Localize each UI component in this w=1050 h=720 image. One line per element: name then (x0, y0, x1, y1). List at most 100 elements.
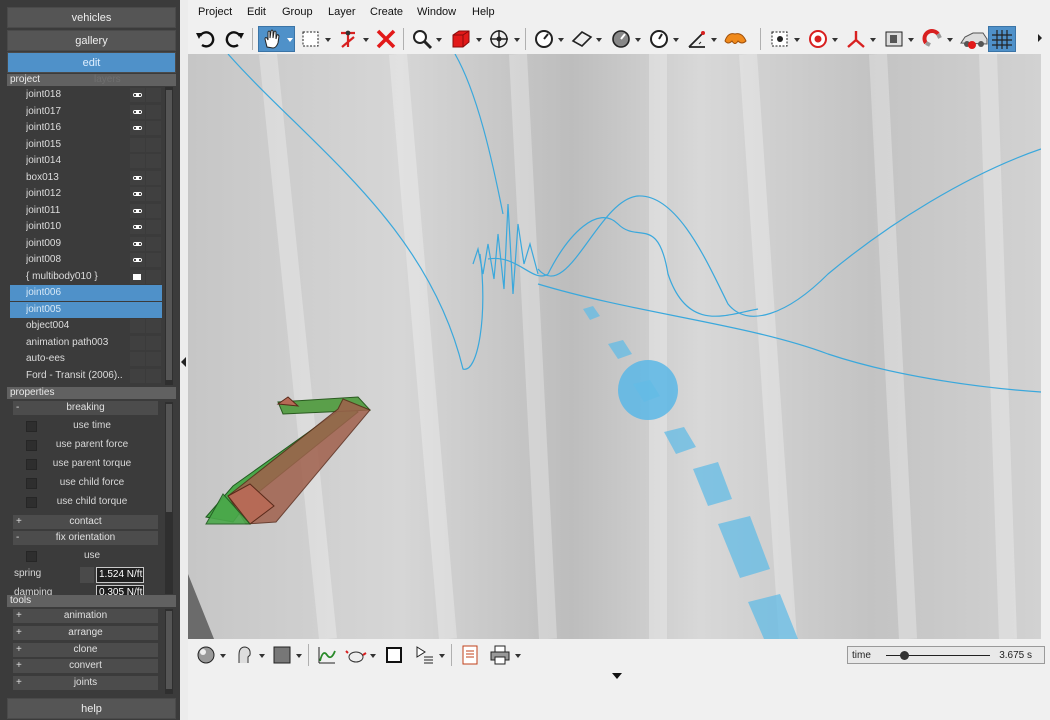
caret-down-icon[interactable] (612, 673, 622, 679)
tree-item[interactable]: joint014 (10, 153, 162, 169)
checkbox[interactable] (26, 478, 37, 489)
play-list-icon[interactable] (412, 643, 436, 667)
tools-scrollbar[interactable] (165, 609, 173, 694)
lock-toggle[interactable] (146, 352, 161, 366)
menu-help[interactable]: Help (472, 6, 495, 18)
time-slider-thumb[interactable] (899, 651, 909, 660)
properties-scroll-thumb[interactable] (166, 404, 172, 512)
checkbox[interactable] (26, 459, 37, 470)
group-breaking[interactable]: - breaking (13, 401, 158, 415)
menu-window[interactable]: Window (417, 6, 456, 18)
chevron-down-icon[interactable] (794, 38, 800, 42)
toolbar-overflow-icon[interactable] (1038, 34, 1042, 42)
visibility-toggle[interactable] (130, 335, 145, 350)
option-use-child-torque[interactable]: use child torque (10, 493, 158, 511)
lock-toggle[interactable] (146, 220, 161, 234)
chevron-down-icon[interactable] (673, 38, 679, 42)
clock-icon[interactable] (647, 27, 671, 51)
lock-toggle[interactable] (146, 368, 161, 383)
lock-toggle[interactable] (146, 253, 161, 267)
tab-project[interactable]: project (10, 74, 40, 85)
tree-item[interactable]: auto-ees (10, 351, 162, 367)
chevron-down-icon[interactable] (515, 654, 521, 658)
print-icon[interactable] (488, 643, 512, 667)
checkbox[interactable] (26, 551, 37, 562)
visibility-toggle[interactable] (130, 220, 145, 234)
lock-toggle[interactable] (146, 236, 161, 251)
tree-item[interactable]: joint012 (10, 186, 162, 202)
tool-group-joints[interactable]: + joints (13, 676, 158, 691)
target-icon[interactable] (806, 27, 830, 51)
menu-edit[interactable]: Edit (247, 6, 266, 18)
tree-item[interactable]: box013 (10, 170, 162, 186)
croissant-icon[interactable] (722, 27, 747, 51)
chevron-down-icon[interactable] (287, 38, 293, 42)
visibility-toggle[interactable] (130, 368, 145, 383)
cube-icon[interactable] (449, 27, 473, 51)
tree-item[interactable]: joint017 (10, 104, 162, 120)
chevron-down-icon[interactable] (908, 38, 914, 42)
chevron-down-icon[interactable] (259, 654, 265, 658)
group-contact[interactable]: + contact (13, 515, 158, 529)
tool-group-convert[interactable]: + convert (13, 659, 158, 674)
chevron-down-icon[interactable] (370, 654, 376, 658)
tool-group-arrange[interactable]: + arrange (13, 625, 158, 640)
tree-item[interactable]: joint008 (10, 252, 162, 268)
chevron-down-icon[interactable] (363, 38, 369, 42)
record-frame-icon[interactable] (768, 27, 792, 51)
tool-group-clone[interactable]: + clone (13, 642, 158, 657)
tree-item[interactable]: joint010 (10, 219, 162, 235)
lock-toggle[interactable] (146, 104, 161, 119)
tree-item[interactable]: object004 (10, 318, 162, 334)
chevron-down-icon[interactable] (220, 654, 226, 658)
visibility-toggle[interactable] (130, 269, 145, 284)
chevron-down-icon[interactable] (436, 38, 442, 42)
tree-item[interactable]: joint016 (10, 120, 162, 136)
chevron-down-icon[interactable] (514, 38, 520, 42)
option-use-child-force[interactable]: use child force (10, 474, 158, 492)
sphere-shading-icon[interactable] (194, 643, 218, 667)
visibility-toggle[interactable] (130, 137, 145, 152)
visibility-toggle[interactable] (130, 170, 145, 185)
measure-icon[interactable] (685, 27, 709, 51)
time-slider[interactable] (886, 651, 990, 660)
properties-scrollbar[interactable] (165, 402, 173, 594)
gallery-button[interactable]: gallery (7, 30, 176, 51)
tree-item[interactable]: animation path003 (10, 335, 162, 351)
chevron-down-icon[interactable] (947, 38, 953, 42)
head-icon[interactable] (232, 643, 256, 667)
chevron-down-icon[interactable] (711, 38, 717, 42)
lock-toggle[interactable] (146, 302, 161, 317)
lock-toggle[interactable] (146, 203, 161, 218)
chevron-down-icon[interactable] (325, 38, 331, 42)
move-icon[interactable] (487, 27, 511, 51)
tree-item[interactable]: joint011 (10, 203, 162, 219)
plane-icon[interactable] (570, 27, 594, 51)
lock-toggle[interactable] (146, 121, 161, 135)
visibility-toggle[interactable] (130, 121, 145, 135)
lock-toggle[interactable] (146, 286, 161, 300)
magnet-icon[interactable] (921, 27, 945, 51)
option-use-time[interactable]: use time (10, 417, 158, 435)
dial-icon[interactable] (609, 27, 633, 51)
tools-scroll-thumb[interactable] (166, 611, 172, 689)
option-use[interactable]: use (10, 547, 158, 565)
tree-item[interactable]: joint015 (10, 137, 162, 153)
checkbox[interactable] (26, 497, 37, 508)
visibility-toggle[interactable] (130, 319, 145, 333)
visibility-toggle[interactable] (130, 104, 145, 119)
menu-group[interactable]: Group (282, 6, 313, 18)
chevron-down-icon[interactable] (870, 38, 876, 42)
lock-toggle[interactable] (146, 88, 161, 102)
chevron-down-icon[interactable] (596, 38, 602, 42)
lock-toggle[interactable] (146, 335, 161, 350)
menu-create[interactable]: Create (370, 6, 403, 18)
pan-tool-button[interactable] (258, 26, 295, 52)
spring-field[interactable]: 1.524 N/ft (96, 567, 144, 583)
grid-toggle-button[interactable] (988, 26, 1016, 52)
lock-toggle[interactable] (146, 187, 161, 201)
tool-group-animation[interactable]: + animation (13, 609, 158, 623)
zoom-icon[interactable] (410, 27, 434, 51)
color-swatch-icon[interactable] (270, 643, 294, 667)
frame-icon[interactable] (382, 643, 406, 667)
